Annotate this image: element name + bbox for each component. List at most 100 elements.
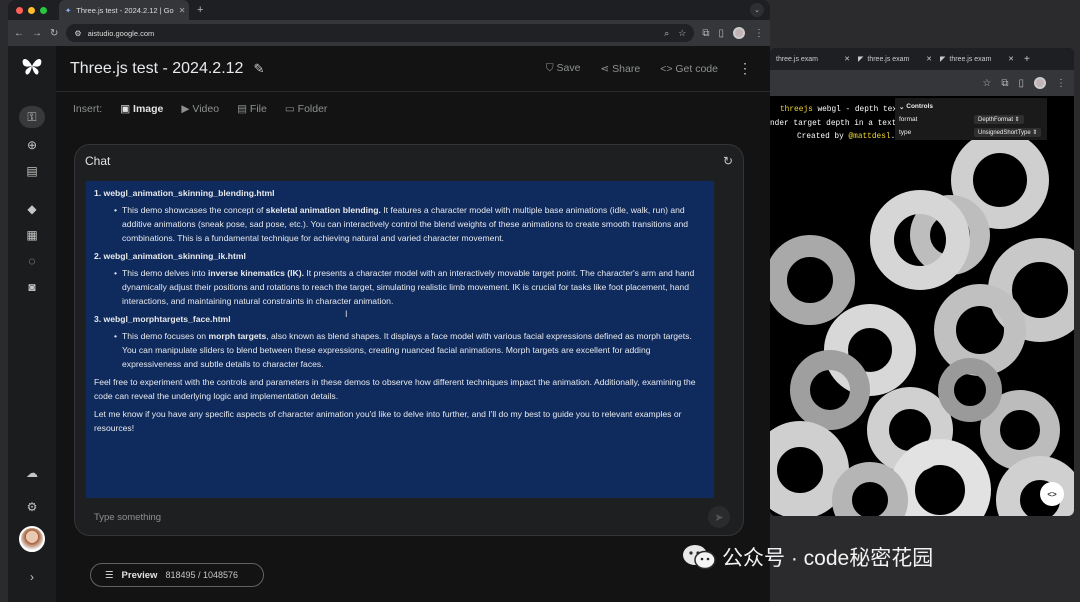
insert-folder-label: Folder	[297, 103, 328, 115]
tuned-models-icon[interactable]: ◆	[19, 198, 45, 220]
expand-chevron-icon[interactable]: ›	[19, 566, 45, 588]
cloud-icon[interactable]: ☁	[19, 462, 45, 484]
preview-tab[interactable]: ◤ three.js exam ✕	[854, 55, 936, 64]
chat-header: Chat ↻	[75, 145, 743, 177]
browser-tab[interactable]: ✦ Three.js test - 2024.2.12 | Go ✕	[59, 0, 189, 20]
edit-pencil-icon[interactable]: ✎	[253, 61, 264, 77]
back-icon[interactable]: ←	[14, 28, 24, 39]
depth-texture-render[interactable]	[770, 140, 1074, 516]
threejs-link[interactable]: threejs	[780, 106, 813, 114]
new-tab-button[interactable]: +	[197, 4, 203, 16]
select-value: UnsignedShortType	[978, 130, 1031, 136]
zoom-icon[interactable]: ⌕	[664, 28, 669, 39]
docs-icon[interactable]: ▦	[19, 224, 45, 246]
main-content: Three.js test - 2024.2.12 ✎ ⛉ Save ⋖ Sha…	[56, 46, 770, 602]
insert-video-button[interactable]: ▶ Video	[181, 103, 219, 115]
bookmark-star-icon[interactable]: ☆	[982, 78, 991, 89]
reload-icon[interactable]: ↻	[50, 28, 58, 39]
site-info-icon[interactable]: ⚙	[74, 29, 81, 38]
extensions-icon[interactable]: ⧉	[1001, 78, 1008, 89]
watermark: 公众号 · code秘密花园	[682, 542, 933, 572]
profile-avatar[interactable]	[1034, 77, 1046, 89]
preview-tab-bar: three.js exam ✕ ◤ three.js exam ✕ ◤ three.js…	[770, 48, 1074, 70]
insert-image-label: Image	[133, 103, 164, 115]
insert-file-button[interactable]: ▤ File	[237, 103, 267, 115]
save-label: Save	[556, 62, 581, 74]
info-text: nder target depth in a textur	[770, 119, 906, 128]
threejs-icon: ◤	[940, 56, 946, 63]
close-tab-icon[interactable]: ✕	[179, 6, 186, 15]
bookmark-star-icon[interactable]: ☆	[678, 28, 686, 39]
url-field[interactable]: ⚙ aistudio.google.com ⌕ ☆	[66, 24, 695, 42]
forward-icon[interactable]: →	[32, 28, 42, 39]
save-button[interactable]: ⛉ Save	[546, 62, 581, 75]
control-label: type	[899, 129, 912, 136]
close-window-button[interactable]	[16, 6, 23, 14]
get-code-button[interactable]: <> Get code	[660, 63, 718, 75]
refresh-icon[interactable]: ↻	[723, 154, 733, 168]
threejs-icon: ◤	[858, 56, 864, 63]
section-title: 2. webgl_animation_skinning_ik.html	[94, 251, 246, 261]
discord-icon[interactable]: ◙	[19, 276, 45, 298]
list-item: This demo delves into inverse kinematics…	[94, 266, 706, 308]
wechat-icon	[683, 545, 716, 570]
user-avatar[interactable]	[19, 526, 45, 552]
save-icon: ⛉	[545, 62, 554, 74]
model-response: 1. webgl_animation_skinning_blending.htm…	[86, 181, 714, 498]
chat-title: Chat	[85, 154, 111, 168]
chat-input[interactable]	[86, 506, 708, 528]
menu-icon[interactable]: ⋮	[754, 28, 764, 39]
section-title: 3. webgl_morphtargets_face.html	[94, 314, 231, 324]
profile-avatar[interactable]	[733, 27, 745, 39]
tab-title: three.js exam	[949, 55, 992, 63]
chevron-down-icon[interactable]: ⌄	[750, 3, 764, 17]
chat-input-row: ➤	[86, 506, 730, 528]
more-options-icon[interactable]: ⋮	[738, 60, 752, 77]
insert-image-button[interactable]: ▣ Image	[120, 103, 163, 115]
bold-text: skeletal animation blending.	[265, 205, 381, 215]
insert-file-label: File	[249, 103, 267, 115]
text: This demo delves into	[122, 268, 208, 278]
text: This demo showcases the concept of	[122, 205, 266, 215]
menu-icon[interactable]: ⋮	[1056, 78, 1066, 89]
chat-panel: Chat ↻ 1. webgl_animation_skinning_blend…	[74, 144, 744, 536]
sidepanel-icon[interactable]: ▯	[1018, 78, 1024, 89]
tab-title: three.js exam	[776, 55, 819, 63]
close-tab-icon[interactable]: ✕	[926, 55, 932, 63]
section-title: 1. webgl_animation_skinning_blending.htm…	[94, 188, 275, 198]
minimize-window-button[interactable]	[28, 6, 35, 14]
new-prompt-icon[interactable]: ⊕	[19, 134, 45, 156]
share-button[interactable]: ⋖ Share	[600, 63, 640, 75]
control-row-format: format DepthFormat ⇕	[899, 113, 1043, 126]
control-label: format	[899, 116, 918, 123]
controls-title-row[interactable]: ⌄ Controls	[899, 100, 1043, 113]
extensions-icon[interactable]: ⧉	[702, 28, 709, 39]
new-tab-button[interactable]: +	[1024, 54, 1030, 65]
key-icon[interactable]: ⚿	[19, 106, 45, 128]
preview-tab[interactable]: three.js exam ✕	[772, 55, 854, 64]
view-source-button[interactable]: <>	[1040, 482, 1064, 506]
type-select[interactable]: UnsignedShortType ⇕	[974, 128, 1042, 137]
format-select[interactable]: DepthFormat ⇕	[974, 115, 1024, 124]
header: Three.js test - 2024.2.12 ✎ ⛉ Save ⋖ Sha…	[56, 46, 770, 92]
list-item: This demo showcases the concept of skele…	[94, 203, 706, 245]
tab-title: three.js exam	[867, 55, 910, 63]
token-count: 818495 / 1048576	[165, 570, 239, 580]
settings-gear-icon[interactable]: ⚙	[19, 496, 45, 518]
maximize-window-button[interactable]	[40, 6, 47, 14]
butterfly-logo-icon[interactable]	[21, 56, 43, 82]
lightbulb-icon[interactable]: ◌	[19, 250, 45, 272]
close-tab-icon[interactable]: ✕	[844, 55, 850, 63]
preview-button[interactable]: ☰ Preview 818495 / 1048576	[90, 563, 264, 587]
text-cursor-icon: I	[345, 309, 348, 319]
insert-label: Insert:	[73, 103, 103, 115]
close-tab-icon[interactable]: ✕	[1008, 55, 1014, 63]
insert-folder-button[interactable]: ▭ Folder	[285, 103, 328, 115]
sidepanel-icon[interactable]: ▯	[718, 28, 724, 39]
send-button[interactable]: ➤	[708, 506, 730, 528]
library-icon[interactable]: ▤	[19, 160, 45, 182]
video-icon: ▶	[181, 103, 190, 115]
preview-tab[interactable]: ◤ three.js exam ✕	[936, 55, 1018, 64]
page-title: Three.js test - 2024.2.12	[70, 59, 244, 77]
author-link[interactable]: @mattdesl	[848, 133, 890, 141]
